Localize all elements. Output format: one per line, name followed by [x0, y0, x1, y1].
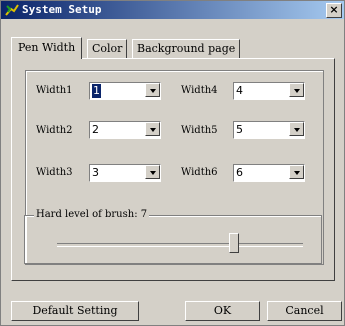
width6-label: Width6: [181, 167, 218, 178]
brush-hardness-slider-thumb[interactable]: [229, 233, 239, 253]
width2-label: Width2: [36, 125, 73, 136]
width1-value: 1: [92, 84, 101, 98]
cancel-button[interactable]: Cancel: [267, 301, 342, 321]
chevron-down-icon[interactable]: [289, 122, 304, 136]
width3-select[interactable]: 3: [89, 164, 161, 182]
width1-label: Width1: [36, 85, 73, 96]
width3-label: Width3: [36, 167, 73, 178]
chevron-down-icon[interactable]: [289, 165, 304, 179]
title-bar[interactable]: System Setup ×: [1, 1, 344, 19]
width6-value: 6: [236, 166, 243, 179]
tab-background-page[interactable]: Background page: [132, 39, 241, 58]
chevron-down-icon[interactable]: [145, 122, 160, 136]
tab-color[interactable]: Color: [87, 39, 128, 58]
default-setting-button[interactable]: Default Setting: [11, 301, 139, 321]
width4-value: 4: [236, 84, 243, 97]
width2-select[interactable]: 2: [89, 121, 161, 139]
tab-pen-width[interactable]: Pen Width: [11, 37, 83, 59]
width2-value: 2: [92, 123, 99, 136]
system-setup-window: System Setup × Pen Width Color Backgroun…: [0, 0, 345, 326]
chevron-down-icon[interactable]: [145, 165, 160, 179]
brush-hardness-label: Hard level of brush: 7: [34, 209, 150, 220]
brush-hardness-track[interactable]: [57, 243, 303, 247]
width4-select[interactable]: 4: [233, 82, 305, 100]
chevron-down-icon[interactable]: [289, 83, 304, 97]
width5-label: Width5: [181, 125, 218, 136]
width5-select[interactable]: 5: [233, 121, 305, 139]
width1-select[interactable]: 1: [89, 82, 161, 100]
ok-button[interactable]: OK: [185, 301, 260, 321]
brush-hardness-group: [24, 215, 322, 264]
width5-value: 5: [236, 123, 243, 136]
close-button[interactable]: ×: [326, 3, 342, 18]
width3-value: 3: [92, 166, 99, 179]
window-title: System Setup: [22, 3, 102, 16]
width4-label: Width4: [181, 85, 218, 96]
width6-select[interactable]: 6: [233, 164, 305, 182]
chevron-down-icon[interactable]: [145, 83, 160, 97]
app-icon: [5, 4, 19, 16]
